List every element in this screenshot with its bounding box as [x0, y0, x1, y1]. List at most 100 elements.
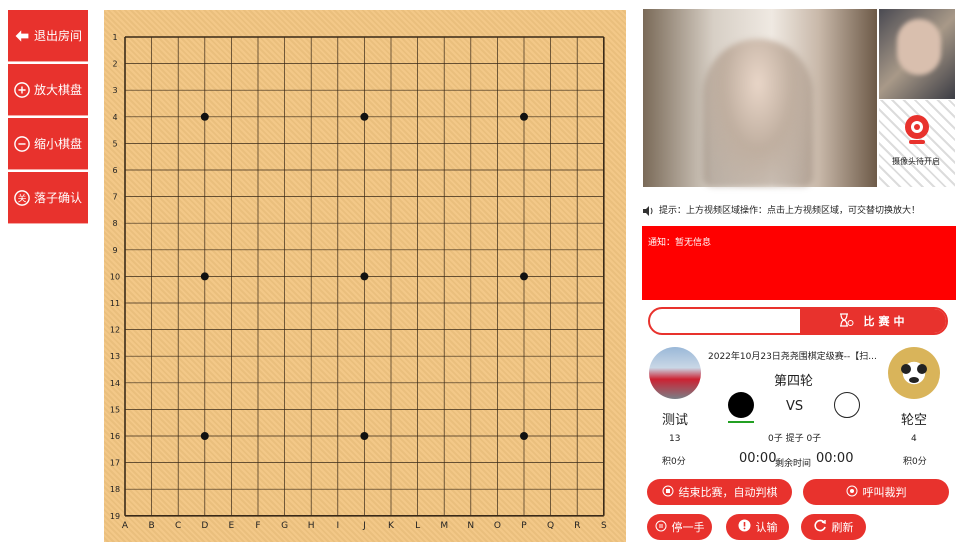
row-label: 5 — [112, 139, 117, 148]
row-label: 1 — [112, 33, 117, 42]
svg-text:关: 关 — [18, 192, 27, 204]
status-bar: 比赛中 — [648, 307, 948, 335]
exit-room-button[interactable]: 退出房间 — [8, 10, 88, 62]
player-black-avatar — [649, 347, 701, 399]
pass-button[interactable]: 停一手 — [647, 514, 712, 540]
zoom-out-button[interactable]: 缩小棋盘 — [8, 118, 88, 170]
confirm-icon: 关 — [14, 189, 30, 206]
turn-indicator — [728, 421, 754, 423]
exit-icon — [14, 28, 30, 44]
stop-icon — [662, 485, 674, 500]
board-grid[interactable]: 12345678910111213141516171819A B C D E F G H I J K… — [104, 10, 626, 542]
col-label: G — [281, 521, 288, 531]
col-label: M — [440, 521, 448, 531]
side-video[interactable] — [879, 9, 955, 99]
col-label: N — [467, 521, 474, 531]
star-point — [360, 272, 369, 281]
col-label: D — [201, 521, 208, 531]
star-point — [520, 432, 528, 440]
status-label: 比赛中 — [863, 315, 909, 328]
row-label: 15 — [110, 405, 120, 414]
row-label: 7 — [112, 193, 117, 202]
zoom-in-label: 放大棋盘 — [33, 83, 82, 97]
col-label: H — [308, 521, 315, 531]
status-fill: 比赛中 — [800, 309, 946, 333]
row-label: 3 — [112, 86, 117, 95]
col-label: S — [601, 521, 607, 531]
zoom-in-button[interactable]: 放大棋盘 — [8, 64, 88, 116]
white-stone-indicator — [834, 392, 860, 418]
camera-placeholder[interactable]: 摄像头待开启 — [879, 100, 955, 187]
player-white-avatar — [888, 347, 940, 399]
star-point — [360, 112, 369, 121]
col-label: L — [415, 521, 420, 531]
camera-waiting-label: 摄像头待开启 — [892, 157, 940, 166]
col-label: E — [229, 521, 235, 531]
col-label: J — [362, 521, 366, 531]
star-point — [520, 272, 528, 281]
right-time: 00:00 — [816, 451, 854, 466]
side-video-face — [897, 19, 941, 75]
notice-panel: 通知：暂无信息 — [642, 226, 956, 300]
col-label: O — [494, 521, 501, 531]
row-label: 12 — [110, 326, 120, 335]
video-person-blur — [703, 39, 813, 187]
hourglass-icon — [838, 312, 854, 331]
panda-icon — [901, 364, 927, 383]
row-label: 11 — [110, 299, 120, 308]
col-label: C — [175, 521, 181, 531]
tip-text: 提示：上方视频区域操作：点击上方视频区域，可交替切换放大！ — [659, 206, 921, 216]
row-label: 4 — [112, 113, 117, 122]
col-label: R — [574, 521, 580, 531]
round-label: 第四轮 — [774, 374, 814, 389]
row-label: 9 — [112, 246, 117, 255]
time-label: 剩余时间 — [775, 459, 812, 469]
row-label: 18 — [110, 485, 120, 494]
alert-icon — [738, 519, 751, 535]
player-black-name: 测试 — [662, 413, 689, 428]
star-point — [360, 432, 369, 440]
zoom-in-icon — [14, 81, 30, 98]
row-label: 8 — [112, 219, 117, 228]
pause-icon — [655, 520, 667, 535]
main-video[interactable] — [643, 9, 877, 187]
player-white-name: 轮空 — [901, 413, 928, 428]
player-white-score: 积0分 — [903, 457, 927, 467]
row-label: 6 — [112, 166, 117, 175]
resign-label: 认输 — [755, 521, 778, 534]
star-point — [520, 112, 528, 121]
col-label: K — [388, 521, 395, 531]
call-referee-button[interactable]: 呼叫裁判 — [803, 479, 949, 505]
row-label: 14 — [110, 379, 120, 388]
speaker-icon — [642, 202, 654, 221]
refresh-button[interactable]: 刷新 — [801, 514, 866, 540]
go-board[interactable]: 1 2 3 4 5 6 7 8 9 10 11 12 13 14 15 16 17 18 19 A B C D E F G H I J K… — [104, 10, 626, 542]
row-label: 13 — [110, 352, 120, 361]
star-point — [200, 432, 209, 440]
zoom-out-label: 缩小棋盘 — [33, 137, 82, 151]
notice-text: 通知：暂无信息 — [648, 238, 712, 248]
player-white-rank: 4 — [911, 434, 917, 444]
row-label: 2 — [112, 60, 117, 69]
end-match-button[interactable]: 结束比赛，自动判棋 — [647, 479, 792, 505]
star-point — [200, 112, 209, 121]
headset-icon — [846, 485, 858, 500]
exit-room-label: 退出房间 — [33, 29, 82, 43]
confirm-move-button[interactable]: 关 落子确认 — [8, 172, 88, 224]
left-time: 00:00 — [739, 451, 777, 466]
resign-button[interactable]: 认输 — [726, 514, 789, 540]
col-label: B — [149, 521, 155, 531]
zoom-out-icon — [14, 135, 30, 152]
row-label: 16 — [110, 432, 120, 441]
confirm-move-label: 落子确认 — [33, 191, 82, 205]
col-label: P — [521, 521, 527, 531]
col-label: F — [255, 521, 260, 531]
black-stone-indicator — [728, 392, 754, 418]
captures-info: 0子 提子 0子 — [768, 434, 822, 444]
match-title: 2022年10月23日尧尧围棋定级赛--【扫... — [708, 352, 877, 362]
col-label: I — [336, 521, 339, 531]
row-label: 19 — [110, 512, 120, 521]
row-label: 10 — [110, 272, 120, 281]
col-label: A — [122, 521, 129, 531]
refresh-icon — [813, 519, 827, 535]
